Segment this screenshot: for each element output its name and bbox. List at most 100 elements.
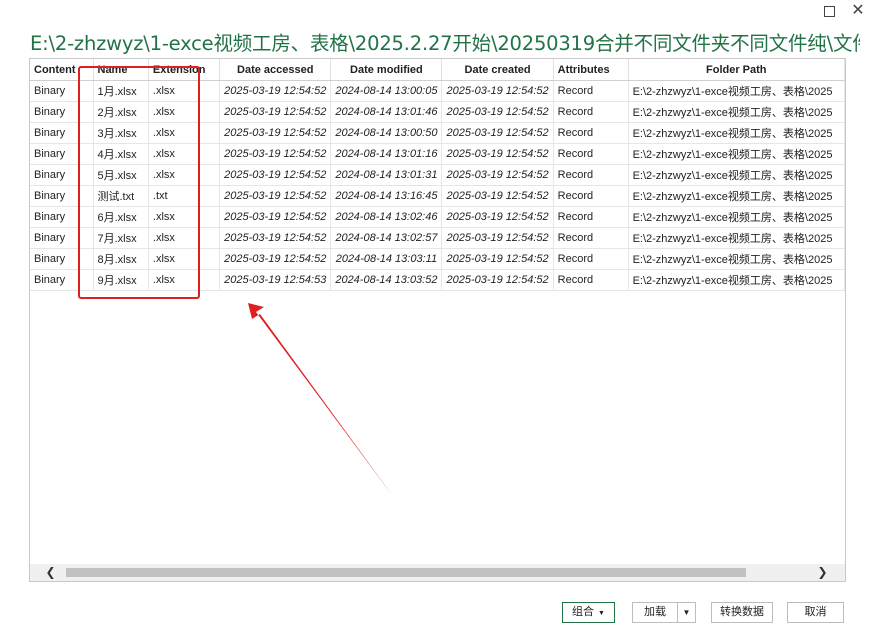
load-dropdown-button[interactable]: ▼ bbox=[677, 602, 696, 623]
column-header-extension[interactable]: Extension bbox=[148, 59, 221, 81]
scroll-left-icon[interactable]: ❮ bbox=[42, 564, 59, 581]
cell-attributes[interactable]: Record bbox=[553, 185, 629, 207]
cell-date-created[interactable]: 2025-03-19 12:54:52 bbox=[441, 248, 554, 270]
scrollbar-thumb[interactable] bbox=[66, 568, 746, 577]
cell-date-modified[interactable]: 2024-08-14 13:00:05 bbox=[330, 80, 443, 102]
cell-content[interactable]: Binary bbox=[30, 143, 94, 165]
cell-content[interactable]: Binary bbox=[30, 164, 94, 186]
cell-content[interactable]: Binary bbox=[30, 269, 94, 291]
table-row[interactable]: Binary 8月.xlsx .xlsx 2025-03-19 12:54:52 202… bbox=[30, 248, 845, 270]
cell-date-created[interactable]: 2025-03-19 12:54:52 bbox=[441, 269, 554, 291]
column-header-date-modified[interactable]: Date modified bbox=[330, 59, 443, 81]
cell-extension[interactable]: .xlsx bbox=[148, 227, 221, 249]
table-row[interactable]: Binary 4月.xlsx .xlsx 2025-03-19 12:54:52 202… bbox=[30, 143, 845, 165]
cancel-button[interactable]: 取消 bbox=[787, 602, 844, 623]
scroll-right-icon[interactable]: ❯ bbox=[814, 564, 831, 581]
cell-name[interactable]: 6月.xlsx bbox=[93, 206, 149, 228]
cell-date-accessed[interactable]: 2025-03-19 12:54:52 bbox=[219, 143, 332, 165]
table-row[interactable]: Binary 6月.xlsx .xlsx 2025-03-19 12:54:52 202… bbox=[30, 206, 845, 228]
table-row[interactable]: Binary 1月.xlsx .xlsx 2025-03-19 12:54:52 202… bbox=[30, 80, 845, 102]
cell-date-created[interactable]: 2025-03-19 12:54:52 bbox=[441, 101, 554, 123]
table-row[interactable]: Binary 2月.xlsx .xlsx 2025-03-19 12:54:52 202… bbox=[30, 101, 845, 123]
cell-content[interactable]: Binary bbox=[30, 227, 94, 249]
table-row[interactable]: Binary 测试.txt .txt 2025-03-19 12:54:52 2024-… bbox=[30, 185, 845, 207]
cell-date-created[interactable]: 2025-03-19 12:54:52 bbox=[441, 164, 554, 186]
cell-folder-path[interactable]: E:\2-zhzwyz\1-exce视频工房、表格\2025 bbox=[628, 164, 845, 186]
cell-extension[interactable]: .xlsx bbox=[148, 164, 221, 186]
cell-folder-path[interactable]: E:\2-zhzwyz\1-exce视频工房、表格\2025 bbox=[628, 227, 845, 249]
cell-date-modified[interactable]: 2024-08-14 13:01:31 bbox=[330, 164, 443, 186]
cell-attributes[interactable]: Record bbox=[553, 80, 629, 102]
cell-attributes[interactable]: Record bbox=[553, 101, 629, 123]
cell-extension[interactable]: .xlsx bbox=[148, 143, 221, 165]
cell-date-accessed[interactable]: 2025-03-19 12:54:52 bbox=[219, 101, 332, 123]
cell-date-accessed[interactable]: 2025-03-19 12:54:52 bbox=[219, 164, 332, 186]
horizontal-scrollbar[interactable]: ❮ ❯ bbox=[30, 564, 845, 581]
cell-date-created[interactable]: 2025-03-19 12:54:52 bbox=[441, 80, 554, 102]
cell-date-accessed[interactable]: 2025-03-19 12:54:52 bbox=[219, 80, 332, 102]
cell-content[interactable]: Binary bbox=[30, 185, 94, 207]
cell-date-created[interactable]: 2025-03-19 12:54:52 bbox=[441, 227, 554, 249]
cell-extension[interactable]: .xlsx bbox=[148, 269, 221, 291]
cell-date-created[interactable]: 2025-03-19 12:54:52 bbox=[441, 185, 554, 207]
cell-extension[interactable]: .xlsx bbox=[148, 122, 221, 144]
cell-content[interactable]: Binary bbox=[30, 248, 94, 270]
cell-folder-path[interactable]: E:\2-zhzwyz\1-exce视频工房、表格\2025 bbox=[628, 269, 845, 291]
cell-name[interactable]: 测试.txt bbox=[93, 185, 149, 207]
cell-folder-path[interactable]: E:\2-zhzwyz\1-exce视频工房、表格\2025 bbox=[628, 80, 845, 102]
maximize-icon[interactable] bbox=[820, 2, 838, 20]
cell-date-accessed[interactable]: 2025-03-19 12:54:52 bbox=[219, 206, 332, 228]
cell-date-accessed[interactable]: 2025-03-19 12:54:52 bbox=[219, 122, 332, 144]
cell-name[interactable]: 7月.xlsx bbox=[93, 227, 149, 249]
cell-date-modified[interactable]: 2024-08-14 13:02:57 bbox=[330, 227, 443, 249]
cell-name[interactable]: 9月.xlsx bbox=[93, 269, 149, 291]
cell-date-modified[interactable]: 2024-08-14 13:03:11 bbox=[330, 248, 443, 270]
cell-name[interactable]: 1月.xlsx bbox=[93, 80, 149, 102]
cell-date-modified[interactable]: 2024-08-14 13:01:46 bbox=[330, 101, 443, 123]
cell-extension[interactable]: .xlsx bbox=[148, 80, 221, 102]
cell-extension[interactable]: .xlsx bbox=[148, 248, 221, 270]
cell-folder-path[interactable]: E:\2-zhzwyz\1-exce视频工房、表格\2025 bbox=[628, 101, 845, 123]
cell-folder-path[interactable]: E:\2-zhzwyz\1-exce视频工房、表格\2025 bbox=[628, 248, 845, 270]
table-row[interactable]: Binary 3月.xlsx .xlsx 2025-03-19 12:54:52 202… bbox=[30, 122, 845, 144]
cell-attributes[interactable]: Record bbox=[553, 248, 629, 270]
cell-folder-path[interactable]: E:\2-zhzwyz\1-exce视频工房、表格\2025 bbox=[628, 206, 845, 228]
cell-date-accessed[interactable]: 2025-03-19 12:54:53 bbox=[219, 269, 332, 291]
cell-date-modified[interactable]: 2024-08-14 13:02:46 bbox=[330, 206, 443, 228]
cell-date-created[interactable]: 2025-03-19 12:54:52 bbox=[441, 143, 554, 165]
table-row[interactable]: Binary 5月.xlsx .xlsx 2025-03-19 12:54:52 202… bbox=[30, 164, 845, 186]
cell-name[interactable]: 3月.xlsx bbox=[93, 122, 149, 144]
cell-extension[interactable]: .txt bbox=[148, 185, 221, 207]
cell-name[interactable]: 4月.xlsx bbox=[93, 143, 149, 165]
cell-date-accessed[interactable]: 2025-03-19 12:54:52 bbox=[219, 185, 332, 207]
cell-date-created[interactable]: 2025-03-19 12:54:52 bbox=[441, 122, 554, 144]
cell-date-modified[interactable]: 2024-08-14 13:01:16 bbox=[330, 143, 443, 165]
cell-content[interactable]: Binary bbox=[30, 80, 94, 102]
cell-folder-path[interactable]: E:\2-zhzwyz\1-exce视频工房、表格\2025 bbox=[628, 185, 845, 207]
column-header-attributes[interactable]: Attributes bbox=[553, 59, 629, 81]
cell-date-modified[interactable]: 2024-08-14 13:16:45 bbox=[330, 185, 443, 207]
transform-data-button[interactable]: 转换数据 bbox=[711, 602, 773, 623]
cell-date-modified[interactable]: 2024-08-14 13:00:50 bbox=[330, 122, 443, 144]
cell-date-created[interactable]: 2025-03-19 12:54:52 bbox=[441, 206, 554, 228]
column-header-content[interactable]: Content bbox=[30, 59, 94, 81]
cell-attributes[interactable]: Record bbox=[553, 206, 629, 228]
cell-folder-path[interactable]: E:\2-zhzwyz\1-exce视频工房、表格\2025 bbox=[628, 122, 845, 144]
cell-attributes[interactable]: Record bbox=[553, 269, 629, 291]
column-header-date-accessed[interactable]: Date accessed bbox=[219, 59, 332, 81]
cell-content[interactable]: Binary bbox=[30, 101, 94, 123]
cell-attributes[interactable]: Record bbox=[553, 122, 629, 144]
cell-name[interactable]: 8月.xlsx bbox=[93, 248, 149, 270]
cell-name[interactable]: 2月.xlsx bbox=[93, 101, 149, 123]
table-row[interactable]: Binary 9月.xlsx .xlsx 2025-03-19 12:54:53 202… bbox=[30, 269, 845, 291]
cell-attributes[interactable]: Record bbox=[553, 164, 629, 186]
column-header-name[interactable]: Name bbox=[93, 59, 149, 81]
cell-date-modified[interactable]: 2024-08-14 13:03:52 bbox=[330, 269, 443, 291]
cell-attributes[interactable]: Record bbox=[553, 143, 629, 165]
cell-date-accessed[interactable]: 2025-03-19 12:54:52 bbox=[219, 248, 332, 270]
cell-name[interactable]: 5月.xlsx bbox=[93, 164, 149, 186]
combine-button[interactable]: 组合 ▼ bbox=[562, 602, 615, 623]
load-button[interactable]: 加载 bbox=[632, 602, 678, 623]
column-header-folder-path[interactable]: Folder Path bbox=[628, 59, 845, 81]
cell-extension[interactable]: .xlsx bbox=[148, 101, 221, 123]
